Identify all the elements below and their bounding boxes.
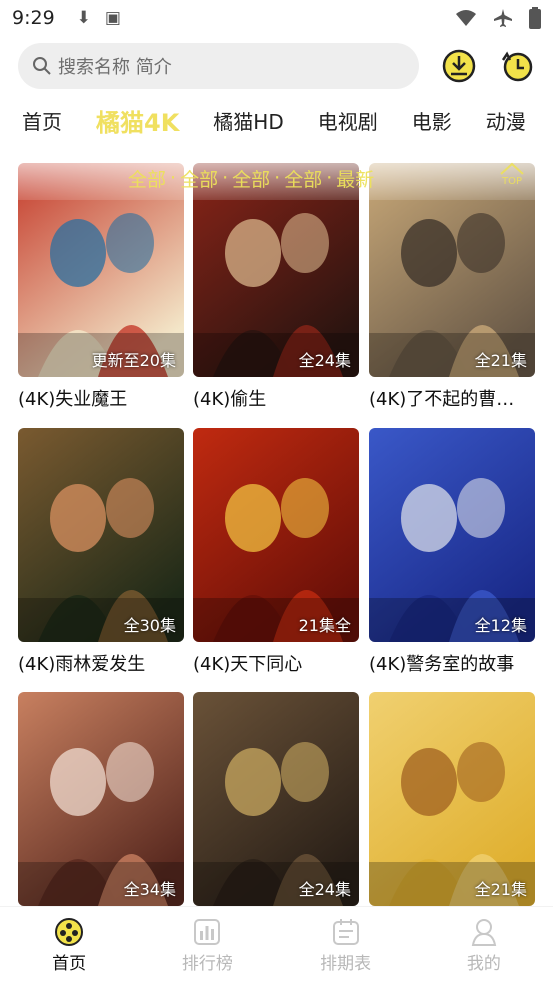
notification-a-icon: ▣ [104, 8, 121, 28]
poster: 全34集 [18, 692, 184, 906]
filter-type[interactable]: 全部 [128, 165, 166, 192]
filter-language[interactable]: 全部 [284, 165, 322, 192]
episode-badge: 更新至20集 [91, 351, 176, 370]
nav-schedule[interactable]: 排期表 [277, 907, 415, 984]
video-title: (4K)天下同心 [193, 654, 303, 675]
chevron-up-icon [500, 162, 524, 175]
nav-profile-label: 我的 [466, 954, 501, 974]
download-icon: ⬇ [76, 8, 91, 28]
video-card[interactable]: 全21集 (4K)了不起的曹… [369, 163, 535, 411]
video-card[interactable]: 更新至20集 (4K)失业魔王 [18, 163, 184, 411]
tab-tv[interactable]: 电视剧 [318, 106, 378, 135]
video-title: (4K)了不起的曹… [369, 389, 515, 410]
download-circle-icon [442, 49, 476, 83]
tab-hd[interactable]: 橘猫HD [213, 106, 283, 135]
nav-schedule-label: 排期表 [320, 954, 372, 974]
status-time: 9:29 [12, 7, 55, 29]
filter-year[interactable]: 全部 [232, 165, 270, 192]
video-card[interactable]: 全34集 [18, 692, 184, 906]
status-bar: 9:29 ⬇ ▣ [0, 0, 553, 36]
episode-badge: 全24集 [298, 880, 351, 899]
episode-badge: 全21集 [474, 880, 527, 899]
poster: 全24集 [193, 692, 359, 906]
filter-row: 全部 · 全部 · 全部 · 全部 · 最新 [0, 160, 553, 196]
episode-badge: 全34集 [123, 880, 176, 899]
tab-home[interactable]: 首页 [22, 106, 62, 135]
ranking-icon [194, 919, 221, 945]
search-row: 搜索名称 简介 [0, 42, 553, 90]
poster: 全12集 [369, 428, 535, 642]
nav-home-label: 首页 [52, 954, 87, 974]
episode-badge: 全30集 [123, 616, 176, 635]
back-to-top-button[interactable]: TOP [499, 162, 525, 187]
video-title: (4K)失业魔王 [18, 389, 128, 410]
poster: 全21集 [369, 692, 535, 906]
tab-4k[interactable]: 橘猫4K [96, 103, 179, 138]
nav-ranking-label: 排行榜 [181, 954, 233, 974]
video-card[interactable]: 全24集 (4K)偷生 [193, 163, 359, 411]
tab-movie[interactable]: 电影 [412, 106, 452, 135]
episode-badge: 全21集 [474, 351, 527, 370]
search-placeholder: 搜索名称 简介 [58, 57, 172, 78]
nav-profile[interactable]: 我的 [415, 907, 553, 984]
battery-icon [529, 7, 541, 29]
download-button[interactable] [441, 48, 477, 84]
filter-sort[interactable]: 最新 [336, 165, 374, 192]
tab-anime[interactable]: 动漫 [486, 106, 526, 135]
video-title: (4K)警务室的故事 [369, 654, 515, 675]
search-input[interactable]: 搜索名称 简介 [18, 43, 419, 89]
filter-region[interactable]: 全部 [180, 165, 218, 192]
history-icon [501, 51, 533, 82]
video-card[interactable]: 全30集 (4K)雨林爱发生 [18, 428, 184, 676]
episode-badge: 全24集 [298, 351, 351, 370]
wifi-icon [456, 10, 476, 26]
video-card[interactable]: 21集全 (4K)天下同心 [193, 428, 359, 676]
category-tabs: 首页 橘猫4K 橘猫HD 电视剧 电影 动漫 [0, 96, 553, 144]
history-button[interactable] [499, 48, 535, 84]
video-card[interactable]: 全12集 (4K)警务室的故事 [369, 428, 535, 676]
poster: 21集全 [193, 428, 359, 642]
search-icon [33, 57, 51, 75]
poster: 全30集 [18, 428, 184, 642]
nav-ranking[interactable]: 排行榜 [138, 907, 276, 984]
nav-home[interactable]: 首页 [0, 907, 138, 984]
home-film-icon [55, 918, 84, 946]
profile-icon [471, 919, 497, 946]
calendar-icon [332, 919, 359, 945]
video-card[interactable]: 全24集 [193, 692, 359, 906]
video-title: (4K)雨林爱发生 [18, 654, 146, 675]
top-label: TOP [501, 176, 522, 187]
video-card[interactable]: 全21集 [369, 692, 535, 906]
bottom-nav: 首页 排行榜 排期表 我的 [0, 906, 553, 984]
episode-badge: 21集全 [298, 616, 351, 635]
video-title: (4K)偷生 [193, 389, 267, 410]
airplane-icon [494, 9, 512, 27]
episode-badge: 全12集 [474, 616, 527, 635]
